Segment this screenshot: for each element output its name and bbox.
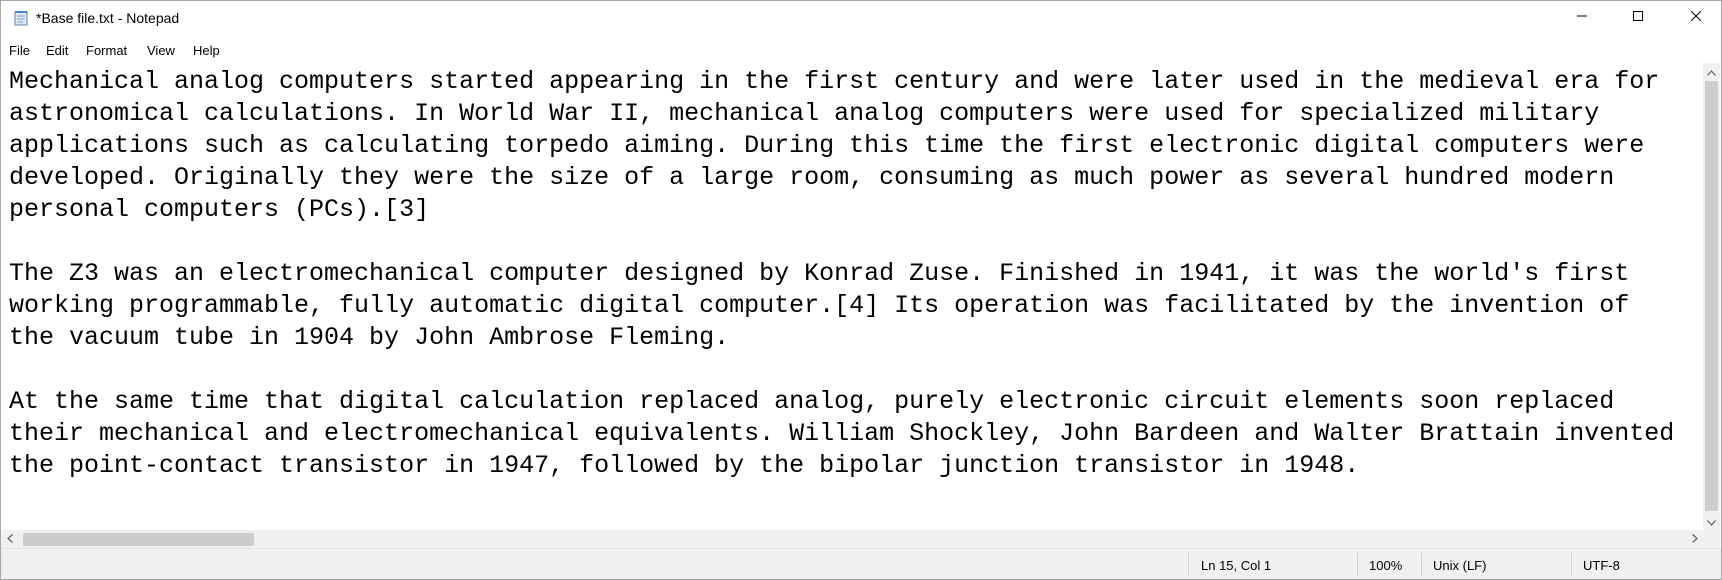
text-editor-area[interactable]: Mechanical analog computers started appe… (1, 63, 1703, 530)
status-divider (1188, 553, 1189, 576)
menu-help[interactable]: Help (193, 43, 220, 58)
text-line: personal computers (PCs).[3] (9, 195, 430, 224)
chevron-left-icon (6, 530, 13, 548)
scroll-right-button[interactable] (1686, 530, 1703, 548)
horizontal-scrollbar[interactable] (1, 530, 1703, 548)
scroll-up-button[interactable] (1703, 63, 1720, 80)
menu-file[interactable]: File (9, 43, 30, 58)
encoding: UTF-8 (1583, 558, 1620, 573)
text-line: developed. Originally they were the size… (9, 163, 1615, 192)
scrollbar-corner (1703, 530, 1720, 548)
notepad-icon (13, 10, 29, 26)
status-divider (1357, 553, 1358, 576)
text-line: The Z3 was an electromechanical computer… (9, 259, 1630, 288)
window-title: *Base file.txt - Notepad (36, 10, 180, 26)
close-button[interactable] (1673, 1, 1719, 35)
chevron-up-icon (1707, 63, 1716, 81)
status-divider (1571, 553, 1572, 576)
scroll-down-button[interactable] (1703, 513, 1720, 530)
text-line: the vacuum tube in 1904 by John Ambrose … (9, 323, 730, 352)
notepad-window: *Base file.txt - Notepad File Edit Forma… (0, 0, 1722, 580)
chevron-right-icon (1691, 530, 1698, 548)
line-ending: Unix (LF) (1433, 558, 1487, 573)
chevron-down-icon (1707, 513, 1716, 531)
text-line: astronomical calculations. In World War … (9, 99, 1600, 128)
text-line: At the same time that digital calculatio… (9, 387, 1615, 416)
title-bar[interactable]: *Base file.txt - Notepad (1, 1, 1721, 35)
document-text[interactable]: Mechanical analog computers started appe… (9, 66, 1674, 482)
menu-view[interactable]: View (147, 43, 175, 58)
scroll-left-button[interactable] (1, 530, 18, 548)
status-bar: Ln 15, Col 1 100% Unix (LF) UTF-8 (1, 548, 1721, 579)
status-divider (1421, 553, 1422, 576)
close-icon (1690, 9, 1702, 27)
vertical-scroll-thumb[interactable] (1705, 81, 1718, 511)
text-line: the point-contact transistor in 1947, fo… (9, 451, 1360, 480)
menu-bar: File Edit Format View Help (1, 37, 1721, 59)
cursor-position: Ln 15, Col 1 (1201, 558, 1272, 573)
minimize-icon (1576, 9, 1588, 27)
vertical-scrollbar[interactable] (1703, 63, 1720, 530)
text-line: Mechanical analog computers started appe… (9, 67, 1660, 96)
maximize-button[interactable] (1615, 1, 1661, 35)
horizontal-scroll-thumb[interactable] (23, 533, 254, 546)
menu-edit[interactable]: Edit (46, 43, 68, 58)
text-line: applications such as calculating torpedo… (9, 131, 1645, 160)
minimize-button[interactable] (1559, 1, 1605, 35)
text-line: their mechanical and electromechanical e… (9, 419, 1675, 448)
text-line: working programmable, fully automatic di… (9, 291, 1630, 320)
maximize-icon (1632, 9, 1644, 27)
zoom-level: 100% (1369, 558, 1403, 573)
menu-format[interactable]: Format (86, 43, 127, 58)
